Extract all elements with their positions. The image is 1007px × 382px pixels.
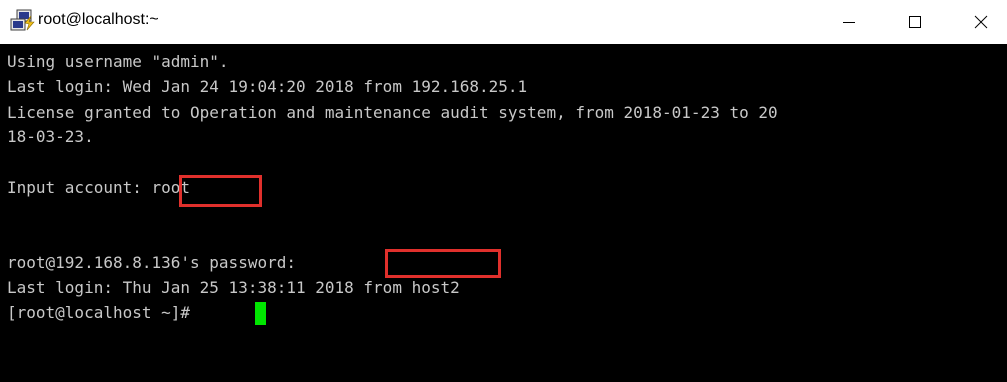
minimize-icon [843,22,855,23]
minimize-button[interactable] [826,0,872,44]
maximize-icon [909,16,921,28]
close-icon [974,15,988,29]
maximize-button[interactable] [892,0,938,44]
terminal-line: 18-03-23. [7,127,94,146]
window-title: root@localhost:~ [38,11,159,28]
putty-icon[interactable] [8,7,36,35]
terminal-line: [root@localhost ~]# [7,303,200,322]
terminal-screen[interactable]: Using username "admin". Last login: Wed … [0,44,1007,382]
terminal-line: Using username "admin". [7,52,229,71]
terminal-cursor [255,302,266,325]
terminal-line: Input account: root [7,178,191,197]
terminal-window: root@localhost:~ Using username "admin".… [0,0,1007,382]
terminal-line: License granted to Operation and mainten… [7,103,778,122]
close-button[interactable] [958,0,1004,44]
password-highlight-box [385,249,501,278]
terminal-line: root@192.168.8.136's password: [7,253,306,272]
terminal-line: Last login: Wed Jan 24 19:04:20 2018 fro… [7,77,528,96]
terminal-line: Last login: Thu Jan 25 13:38:11 2018 fro… [7,278,460,297]
title-bar[interactable]: root@localhost:~ [0,0,1007,44]
account-highlight-box [179,175,262,207]
